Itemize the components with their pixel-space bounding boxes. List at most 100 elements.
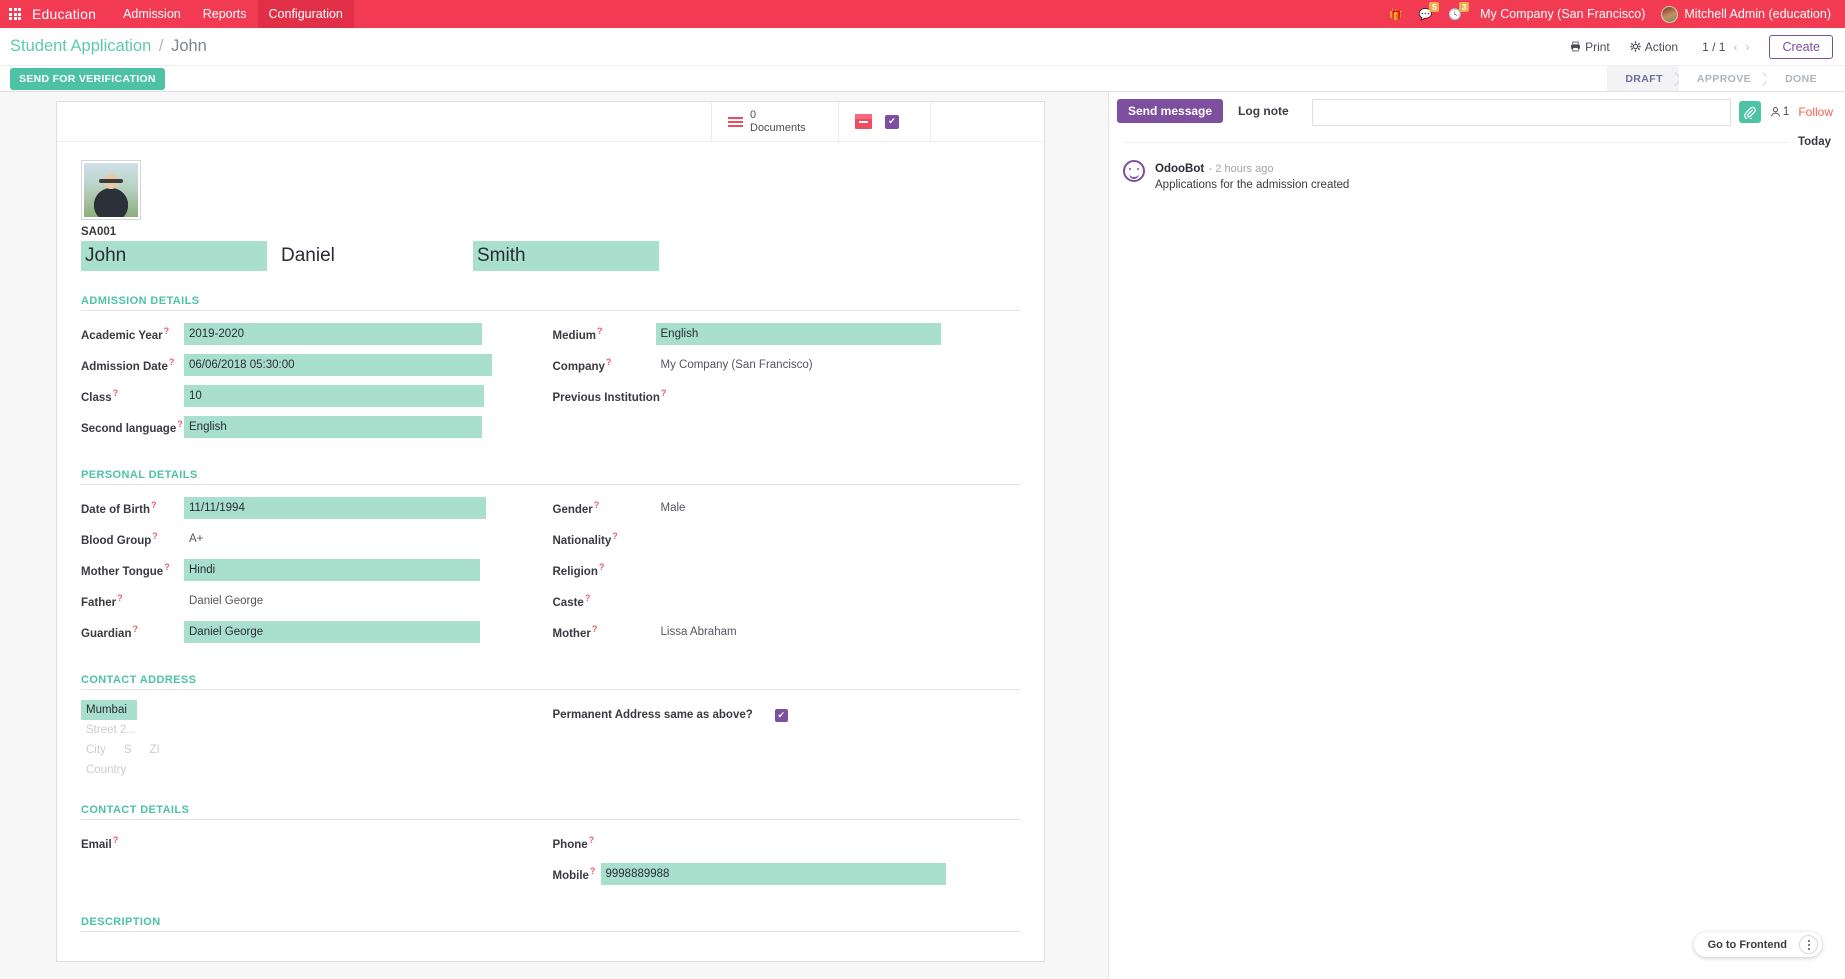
medium-input[interactable]: English [655,323,941,345]
section-rule-description [81,931,1020,932]
log-note-button[interactable]: Log note [1227,99,1300,123]
student-photo[interactable] [81,160,141,220]
gender-input[interactable]: Male [656,498,691,518]
documents-stat-button[interactable]: 0 Documents [711,102,839,141]
contact-right-column: Phone? Mobile? 9998889988 [551,830,1021,892]
paperclip-icon[interactable] [1738,101,1761,123]
blood-group-input[interactable]: A+ [184,529,208,549]
label-email: Email? [81,835,184,851]
contact-details-grid: Email? Phone? Mobile? 9998889988 [81,830,1020,892]
menu-admission[interactable]: Admission [112,0,192,28]
father-value[interactable]: Daniel George [184,591,268,611]
go-to-frontend-button[interactable]: Go to Frontend [1694,939,1797,951]
label-caste: Caste? [553,593,656,609]
caste-input[interactable] [656,591,666,611]
first-name-input[interactable]: John [81,241,267,271]
value-phone [656,837,1021,849]
field-blood-group: Blood Group? A+ [81,526,551,552]
second-language-input[interactable]: English [184,416,482,438]
academic-year-input[interactable]: 2019-2020 [184,323,482,345]
day-separator-line [1123,141,1788,143]
app-brand[interactable]: Education [30,0,112,28]
value-second-language: English [184,416,551,438]
chatter-compose-input[interactable] [1311,99,1731,126]
guardian-input[interactable]: Daniel George [184,621,480,643]
company-switcher[interactable]: My Company (San Francisco) [1470,7,1655,21]
control-panel-top: Student Application / John Print Action … [0,28,1845,65]
phone-input[interactable] [656,833,666,853]
label-previous-institution: Previous Institution? [553,388,673,404]
section-title-description: DESCRIPTION [81,916,161,928]
value-mother: Lissa Abraham [656,626,1021,638]
street-input[interactable]: Mumbai [81,700,137,720]
personal-grid: Date of Birth? 11/11/1994 Blood Group? A… [81,495,1020,650]
status-approve[interactable]: APPROVE [1678,66,1768,91]
religion-input[interactable] [656,560,666,580]
archive-box-icon [855,114,872,129]
chevron-right-icon[interactable]: › [1745,40,1749,54]
city-input[interactable]: City [81,740,111,760]
country-input[interactable]: Country [81,760,551,780]
day-separator: Today [1123,136,1831,148]
message-author[interactable]: OdooBot [1155,163,1204,175]
middle-name-input[interactable]: Daniel [277,241,463,271]
archive-checkbox[interactable]: ✔ [885,114,899,129]
print-button[interactable]: Print [1560,40,1620,54]
permanent-address-checkbox[interactable]: ✔ [774,708,788,722]
chevron-left-icon[interactable]: ‹ [1733,40,1737,54]
mother-value[interactable]: Lissa Abraham [656,622,742,642]
status-draft[interactable]: DRAFT [1607,66,1679,91]
gear-icon [1630,41,1641,52]
breadcrumb: Student Application / John [10,37,207,56]
street2-input[interactable]: Street 2... [81,720,551,740]
archive-stat-button[interactable]: ✔ [839,102,931,141]
label-text: Blood Group [81,534,152,547]
email-input[interactable] [184,833,194,853]
required-marker: ? [593,500,600,511]
top-navbar: Education Admission Reports Configuratio… [0,0,1845,28]
user-menu[interactable]: Mitchell Admin (education) [1655,5,1837,23]
class-input[interactable]: 10 [184,385,484,407]
send-for-verification-button[interactable]: SEND FOR VERIFICATION [10,67,165,90]
required-marker: ? [163,326,170,337]
last-name-input[interactable]: Smith [473,241,659,271]
description-textarea[interactable] [81,942,1020,979]
create-button[interactable]: Create [1769,34,1833,59]
messages-icon[interactable]: 💬 5 [1411,0,1441,28]
address-left-column: Mumbai Street 2... City S ZI Country [81,700,551,780]
zip-input[interactable]: ZI [144,740,164,760]
previous-institution-input[interactable] [673,386,683,406]
nationality-input[interactable] [656,529,666,549]
vertical-dots-icon[interactable] [1799,935,1818,954]
label-text: Permanent Address same as above [552,709,746,721]
company-value[interactable]: My Company (San Francisco) [656,355,818,375]
activities-icon[interactable]: 🕓 3 [1440,0,1470,28]
action-button[interactable]: Action [1620,40,1688,54]
field-date-of-birth: Date of Birth? 11/11/1994 [81,495,551,521]
mother-tongue-input[interactable]: Hindi [184,559,480,581]
printer-icon [1571,41,1581,52]
label-nationality: Nationality? [553,531,656,547]
personal-left-column: Date of Birth? 11/11/1994 Blood Group? A… [81,495,551,650]
date-of-birth-input[interactable]: 11/11/1994 [184,497,486,519]
menu-reports[interactable]: Reports [192,0,258,28]
breadcrumb-root[interactable]: Student Application [10,37,151,55]
apps-menu-button[interactable] [0,0,30,28]
status-done[interactable]: DONE [1767,66,1833,91]
required-marker: ? [584,593,591,604]
required-marker: ? [612,531,618,542]
value-company: My Company (San Francisco) [656,359,1021,371]
followers-button[interactable]: 1 [1770,106,1789,118]
state-input[interactable]: S [119,740,137,760]
follow-button[interactable]: Follow [1798,105,1837,119]
section-rule-contact-address [81,689,1020,690]
odoobot-avatar [1123,160,1145,182]
menu-configuration[interactable]: Configuration [257,0,354,28]
list-icon [728,116,743,127]
personal-right-column: Gender? Male Nationality? Religion? Cast… [551,495,1021,650]
required-marker: ? [152,531,158,542]
mobile-input[interactable]: 9998889988 [600,863,946,885]
send-message-button[interactable]: Send message [1117,99,1224,123]
gift-icon[interactable]: 🎁 [1381,0,1411,28]
admission-date-input[interactable]: 06/06/2018 05:30:00 [184,354,492,376]
